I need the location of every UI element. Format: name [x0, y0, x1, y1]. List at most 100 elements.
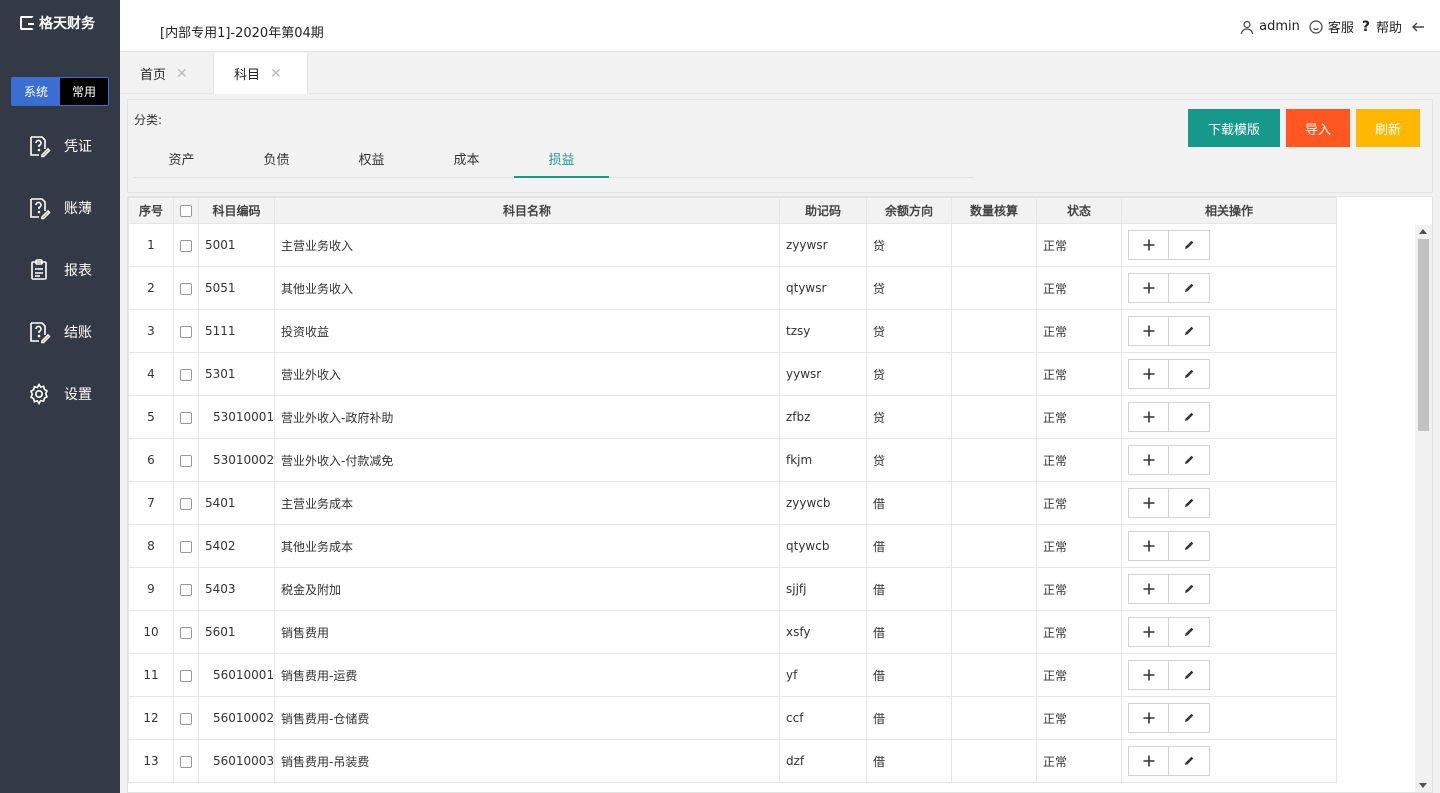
row-direction: 贷: [866, 223, 952, 267]
edit-button[interactable]: [1169, 359, 1210, 389]
edit-button[interactable]: [1169, 531, 1210, 561]
edit-button[interactable]: [1169, 230, 1210, 260]
tab-home[interactable]: 首页 ✕: [120, 53, 214, 94]
table-row: 5 53010001 营业外收入-政府补助 zfbz 贷 正常: [128, 395, 1337, 439]
add-sub-button[interactable]: [1128, 617, 1169, 647]
row-checkbox[interactable]: [173, 395, 199, 439]
row-index: 7: [128, 481, 174, 525]
scrollbar-thumb[interactable]: [1418, 239, 1429, 431]
row-actions: [1121, 610, 1337, 654]
row-checkbox[interactable]: [173, 567, 199, 611]
row-checkbox[interactable]: [173, 481, 199, 525]
row-index: 5: [128, 395, 174, 439]
table-row: 11 56010001 销售费用-运费 yf 借 正常: [128, 653, 1337, 697]
add-sub-button[interactable]: [1128, 660, 1169, 690]
close-icon[interactable]: ✕: [270, 66, 282, 82]
row-checkbox[interactable]: [173, 352, 199, 396]
row-checkbox[interactable]: [173, 266, 199, 310]
select-all-checkbox[interactable]: [173, 197, 199, 224]
row-name: 主营业务成本: [274, 481, 780, 525]
category-tab-cost[interactable]: 成本: [419, 140, 514, 177]
row-checkbox[interactable]: [173, 653, 199, 697]
table-row: 13 56010003 销售费用-吊装费 dzf 借 正常: [128, 739, 1337, 783]
vertical-scrollbar[interactable]: [1415, 225, 1432, 792]
row-mnemonic: fkjm: [779, 438, 867, 482]
row-index: 12: [128, 696, 174, 740]
category-tab-assets[interactable]: 资产: [134, 140, 229, 177]
row-code: 5402: [198, 524, 275, 568]
sidebar-item-settings[interactable]: 设置: [0, 363, 120, 425]
table-row: 10 5601 销售费用 xsfy 借 正常: [128, 610, 1337, 654]
user-menu[interactable]: admin: [1239, 19, 1300, 35]
sidebar-item-report[interactable]: 报表: [0, 239, 120, 301]
clipboard-icon: [27, 258, 51, 282]
table-row: 3 5111 投资收益 tzsy 贷 正常: [128, 309, 1337, 353]
row-mnemonic: xsfy: [779, 610, 867, 654]
edit-button[interactable]: [1169, 316, 1210, 346]
category-tab-profit-loss[interactable]: 损益: [514, 140, 609, 178]
add-sub-button[interactable]: [1128, 273, 1169, 303]
row-checkbox[interactable]: [173, 696, 199, 740]
mode-common-button[interactable]: 常用: [60, 78, 108, 105]
edit-button[interactable]: [1169, 402, 1210, 432]
logout-button[interactable]: [1410, 19, 1430, 35]
edit-button[interactable]: [1169, 617, 1210, 647]
edit-button[interactable]: [1169, 746, 1210, 776]
add-sub-button[interactable]: [1128, 531, 1169, 561]
edit-button[interactable]: [1169, 660, 1210, 690]
add-sub-button[interactable]: [1128, 746, 1169, 776]
row-checkbox[interactable]: [173, 438, 199, 482]
edit-button[interactable]: [1169, 488, 1210, 518]
row-direction: 借: [866, 610, 952, 654]
add-sub-button[interactable]: [1128, 488, 1169, 518]
download-template-button[interactable]: 下载模版: [1188, 109, 1280, 147]
refresh-button[interactable]: 刷新: [1356, 109, 1420, 147]
add-sub-button[interactable]: [1128, 402, 1169, 432]
table-row: 2 5051 其他业务收入 qtywsr 贷 正常: [128, 266, 1337, 310]
add-sub-button[interactable]: [1128, 445, 1169, 475]
service-link[interactable]: 客服: [1308, 17, 1354, 36]
category-tab-equity[interactable]: 权益: [324, 140, 419, 177]
edit-button[interactable]: [1169, 574, 1210, 604]
app-logo[interactable]: 格天财务: [0, 0, 120, 46]
add-sub-button[interactable]: [1128, 574, 1169, 604]
column-header-name: 科目名称: [274, 197, 780, 224]
row-checkbox[interactable]: [173, 309, 199, 353]
import-button[interactable]: 导入: [1286, 109, 1350, 147]
row-quantity: [951, 309, 1037, 353]
sidebar-item-voucher[interactable]: 凭证: [0, 115, 120, 177]
category-tab-liabilities[interactable]: 负债: [229, 140, 324, 177]
sidebar-item-ledger[interactable]: 账薄: [0, 177, 120, 239]
row-name: 营业外收入-政府补助: [274, 395, 780, 439]
pencil-icon: [1182, 539, 1196, 553]
edit-button[interactable]: [1169, 703, 1210, 733]
category-tabs: 资产 负债 权益 成本 损益: [134, 140, 974, 178]
add-sub-button[interactable]: [1128, 703, 1169, 733]
add-sub-button[interactable]: [1128, 316, 1169, 346]
plus-icon: [1142, 754, 1156, 768]
scroll-up-icon[interactable]: [1419, 229, 1427, 234]
tab-subjects[interactable]: 科目 ✕: [214, 53, 308, 94]
pencil-icon: [1182, 754, 1196, 768]
row-checkbox[interactable]: [173, 739, 199, 783]
header-actions: admin 客服 ? 帮助: [1231, 17, 1430, 36]
mode-system-button[interactable]: 系统: [12, 78, 60, 105]
scroll-down-icon[interactable]: [1419, 783, 1427, 788]
close-icon[interactable]: ✕: [176, 66, 188, 82]
edit-button[interactable]: [1169, 273, 1210, 303]
help-link[interactable]: ? 帮助: [1362, 17, 1402, 37]
row-actions: [1121, 223, 1337, 267]
subjects-table: 序号 科目编码 科目名称 助记码 余额方向 数量核算 状态 相关操作 1 5001…: [128, 197, 1337, 783]
row-checkbox[interactable]: [173, 610, 199, 654]
sidebar-item-label: 账薄: [64, 201, 92, 217]
edit-button[interactable]: [1169, 445, 1210, 475]
table-row: 12 56010002 销售费用-仓储费 ccf 借 正常: [128, 696, 1337, 740]
plus-icon: [1142, 582, 1156, 596]
row-quantity: [951, 481, 1037, 525]
sidebar-item-closing[interactable]: 结账: [0, 301, 120, 363]
row-checkbox[interactable]: [173, 524, 199, 568]
add-sub-button[interactable]: [1128, 359, 1169, 389]
add-sub-button[interactable]: [1128, 230, 1169, 260]
row-code: 5601: [198, 610, 275, 654]
row-checkbox[interactable]: [173, 223, 199, 267]
